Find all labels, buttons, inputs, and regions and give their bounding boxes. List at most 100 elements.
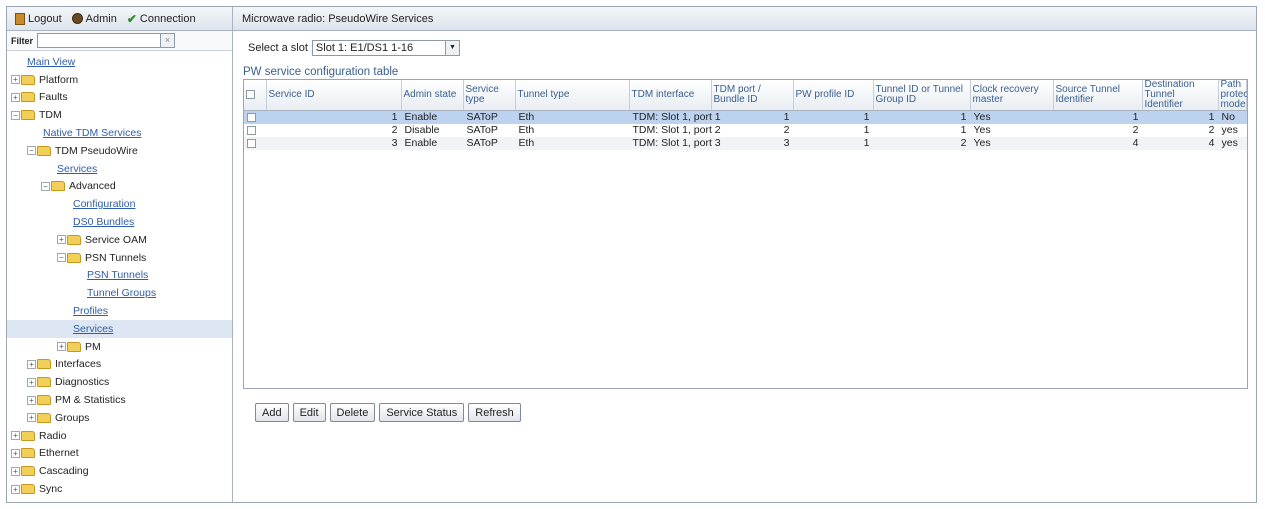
expand-icon[interactable]: + <box>57 235 66 245</box>
tree-node[interactable]: − TDM PseudoWire <box>7 142 232 160</box>
connection-label: Connection <box>139 12 196 25</box>
folder-icon <box>37 359 51 370</box>
tree-node-label[interactable]: Native TDM Services <box>43 127 141 139</box>
expand-icon[interactable]: + <box>27 359 36 369</box>
service-status-button[interactable]: Service Status <box>379 403 465 422</box>
tree-node-label[interactable]: Services <box>73 323 113 335</box>
table-row[interactable]: 3 Enable SAToP Eth TDM: Slot 1, port 3 3 1 2 Yes… <box>244 136 1247 150</box>
connection-button[interactable]: ✔ Connection <box>127 12 196 26</box>
expand-icon[interactable]: + <box>11 75 20 85</box>
tree-node[interactable]: − PSN Tunnels <box>7 249 232 267</box>
collapse-icon[interactable]: − <box>41 181 50 191</box>
column-header[interactable]: TDM interface <box>629 80 712 111</box>
filter-clear-button[interactable]: × <box>161 33 175 48</box>
column-header[interactable]: Service ID <box>266 80 402 111</box>
tree-node[interactable]: − TDM <box>7 106 232 124</box>
table-cell: Yes <box>970 110 1053 124</box>
select-all-checkbox[interactable] <box>246 89 255 99</box>
tree-node-label[interactable]: Tunnel Groups <box>87 287 156 299</box>
collapse-icon[interactable]: − <box>27 146 36 156</box>
slot-select[interactable]: Slot 1: E1/DS1 1-16 ▼ <box>311 40 460 56</box>
folder-icon <box>21 92 35 103</box>
folder-icon <box>51 181 65 192</box>
column-header[interactable]: Service type <box>463 80 516 111</box>
slot-selector-row: Select a slot Slot 1: E1/DS1 1-16 ▼ <box>248 40 460 56</box>
column-header[interactable]: Destination Tunnel Identifier <box>1142 80 1219 111</box>
tree-node[interactable]: Services <box>7 319 232 338</box>
column-header[interactable]: Admin state <box>401 80 464 111</box>
delete-button[interactable]: Delete <box>329 403 376 422</box>
folder-icon <box>37 412 51 423</box>
table-cell: Eth <box>518 124 535 136</box>
tree-node-label[interactable]: DS0 Bundles <box>73 216 134 228</box>
column-header[interactable]: TDM port / Bundle ID <box>711 80 794 111</box>
tree-node[interactable]: + Groups <box>7 409 232 427</box>
tree-node-label: PM <box>85 340 101 353</box>
table-cell: 2 <box>873 136 970 150</box>
table-row[interactable]: 1 Enable SAToP Eth TDM: Slot 1, port 1 1 1 1 Yes… <box>244 110 1247 124</box>
row-checkbox[interactable] <box>247 138 256 148</box>
table-row[interactable]: 2 Disable SAToP Eth TDM: Slot 1, port 2 2 1 1 Ye… <box>244 124 1247 137</box>
tree-node[interactable]: + Diagnostics <box>7 373 232 391</box>
admin-button[interactable]: Admin <box>71 13 117 25</box>
expand-icon[interactable]: + <box>11 431 20 441</box>
filter-label: Filter <box>11 35 34 46</box>
tree-node[interactable]: Main View <box>7 53 232 71</box>
slot-select-value: Slot 1: E1/DS1 1-16 <box>315 42 414 54</box>
tree-node[interactable]: + Faults <box>7 89 232 107</box>
logout-button[interactable]: Logout <box>15 12 62 25</box>
collapse-icon[interactable]: − <box>11 110 20 120</box>
refresh-button[interactable]: Refresh <box>468 403 521 422</box>
expand-icon[interactable]: + <box>11 448 20 458</box>
chevron-down-icon[interactable]: ▼ <box>444 41 459 55</box>
tree-node-label[interactable]: PSN Tunnels <box>87 269 148 281</box>
table-cell: 2 <box>1132 124 1139 136</box>
tree-node-label[interactable]: Main View <box>27 56 75 68</box>
row-checkbox[interactable] <box>247 125 256 135</box>
tree-node-label[interactable]: Services <box>57 163 97 175</box>
column-header[interactable]: Path protection mode <box>1218 80 1247 111</box>
expand-icon[interactable]: + <box>27 377 36 387</box>
expand-icon[interactable]: + <box>27 413 36 423</box>
tree-node-label: TDM PseudoWire <box>55 144 138 157</box>
column-header[interactable]: Clock recovery master <box>970 80 1054 111</box>
tree-node-label: Diagnostics <box>55 376 110 389</box>
tree-node[interactable]: + Radio <box>7 427 232 445</box>
expand-icon[interactable]: + <box>11 484 20 494</box>
column-header[interactable]: Tunnel ID or Tunnel Group ID <box>873 80 971 111</box>
column-header[interactable]: Source Tunnel Identifier <box>1053 80 1143 111</box>
tree-node-label[interactable]: Profiles <box>73 305 108 317</box>
page-title: Microwave radio: PseudoWire Services <box>233 7 1256 31</box>
tree-node[interactable]: − Advanced <box>7 178 232 196</box>
tree-node[interactable]: Native TDM Services <box>7 124 232 142</box>
expand-icon[interactable]: + <box>11 466 20 476</box>
row-checkbox[interactable] <box>247 112 256 122</box>
edit-button[interactable]: Edit <box>292 403 326 422</box>
expand-icon[interactable]: + <box>57 342 66 352</box>
tree-node[interactable]: Configuration <box>7 195 232 213</box>
expand-icon[interactable]: + <box>11 92 20 102</box>
tree-node[interactable]: Services <box>7 160 232 178</box>
tree-node[interactable]: + Platform <box>7 71 232 89</box>
tree-node[interactable]: + Ethernet <box>7 445 232 463</box>
collapse-icon[interactable]: − <box>57 253 66 263</box>
tree-node-label[interactable]: Configuration <box>73 198 135 210</box>
filter-input[interactable] <box>37 33 161 48</box>
tree-node[interactable]: + Sync <box>7 480 232 498</box>
expand-icon[interactable]: + <box>27 395 36 405</box>
tree-node[interactable]: + Interfaces <box>7 356 232 374</box>
column-header[interactable]: PW profile ID <box>793 80 874 111</box>
tree-node[interactable]: + PM <box>7 338 232 356</box>
tree-node-label: Advanced <box>69 180 116 193</box>
tree-node[interactable]: Tunnel Groups <box>7 284 232 302</box>
tree-node[interactable]: Profiles <box>7 302 232 320</box>
select-all-column <box>244 80 267 111</box>
column-header[interactable]: Tunnel type <box>515 80 630 111</box>
tree-node[interactable]: + Cascading <box>7 462 232 480</box>
tree-node[interactable]: + Service OAM <box>7 231 232 249</box>
tree-node[interactable]: + PM & Statistics <box>7 391 232 409</box>
tree-node[interactable]: DS0 Bundles <box>7 213 232 231</box>
table-cell: 1 <box>863 124 870 136</box>
add-button[interactable]: Add <box>255 403 289 422</box>
tree-node[interactable]: PSN Tunnels <box>7 267 232 285</box>
